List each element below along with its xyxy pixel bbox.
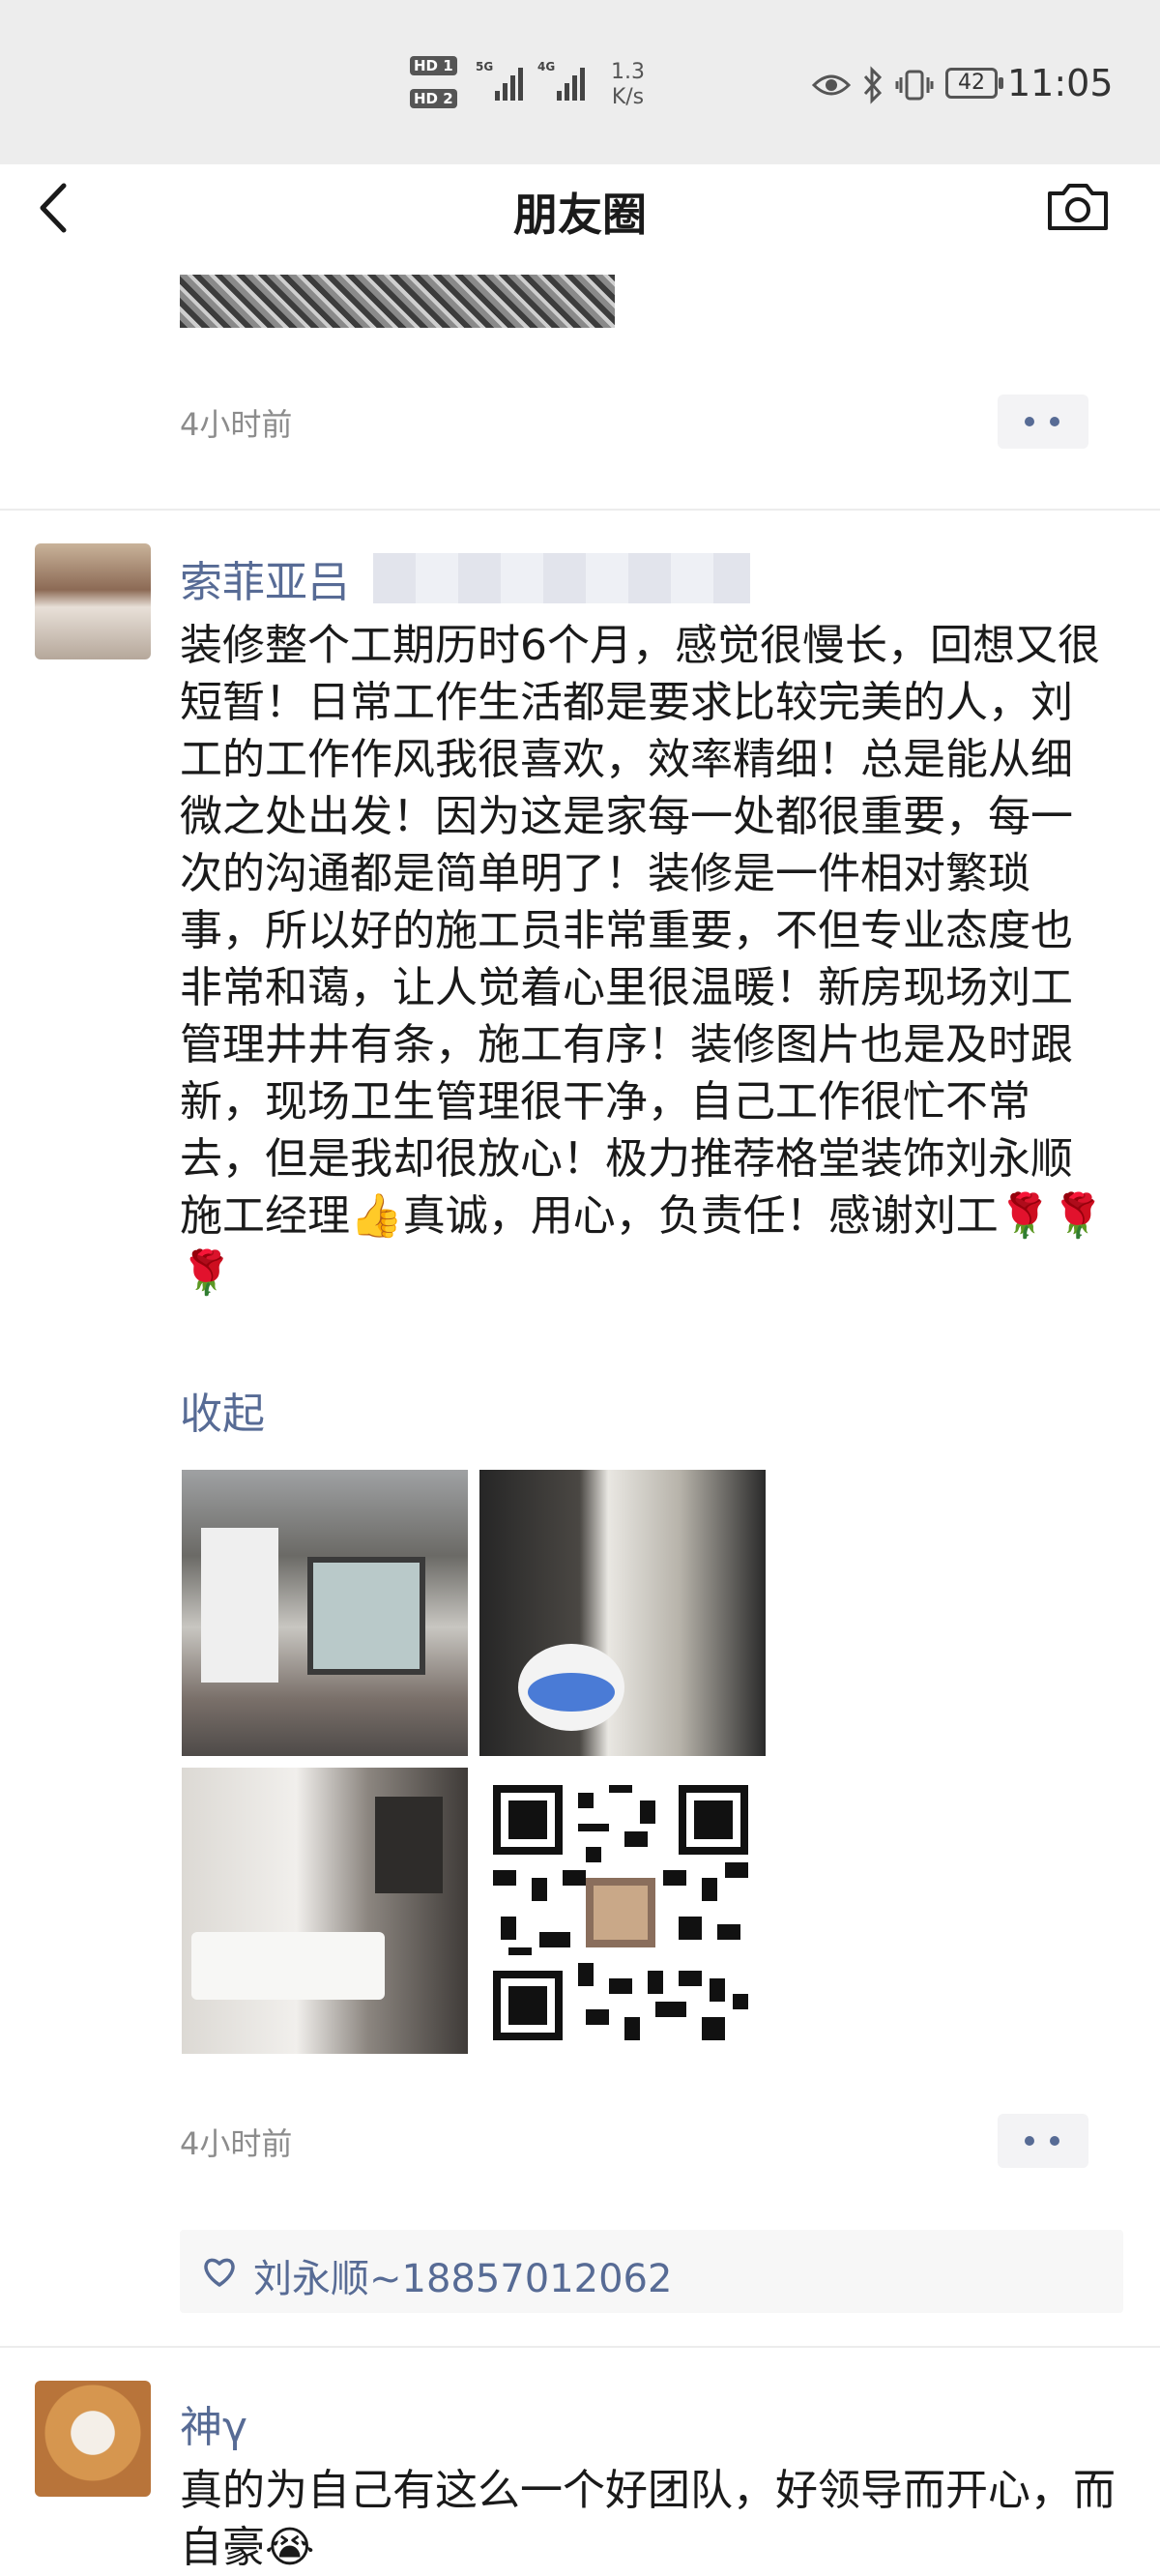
signal-icon [495,62,534,101]
clock: 11:05 [1007,62,1114,104]
network-speed: 1.3 K/s [611,60,645,110]
living-room-photo[interactable] [182,1470,468,1756]
post-author[interactable]: 索菲亚吕 [180,547,350,609]
hd2-badge: HD 2 [410,89,457,108]
sig1-tag: 5G [476,60,494,73]
more-options-button[interactable] [998,395,1088,449]
post-divider [0,509,1160,511]
speed-value: 1.3 [611,60,645,84]
collapse-link[interactable]: 收起 [180,1379,265,1441]
avatar[interactable] [35,543,151,659]
battery-indicator: 42 [945,68,1003,99]
sig2-tag: 4G [537,60,556,73]
post-author[interactable]: 神γ [180,2392,247,2454]
post-timestamp: 4小时前 [180,406,293,443]
toilet-light [528,1673,615,1712]
speed-unit: K/s [611,85,645,109]
post-text: 装修整个工期历时6个月，感觉很慢长，回想又很短暂！日常工作生活都是要求比较完美的… [180,621,1105,1298]
hd1-badge: HD 1 [410,56,457,75]
eye-icon [812,74,851,96]
qr-code[interactable] [479,1768,766,2054]
camera-icon[interactable] [1046,180,1110,234]
post-text: 真的为自己有这么一个好团队，好领导而开心，而自豪😭 [180,2466,1116,2572]
page-title: 朋友圈 [513,189,647,241]
post-divider [0,2346,1160,2348]
blurred-name-area [373,553,750,603]
likes-bar: 刘永顺~18857012062 [180,2230,1123,2313]
bluetooth-icon [863,66,883,104]
liked-by-names[interactable]: 刘永顺~18857012062 [253,2247,672,2303]
heart-icon [204,2258,235,2287]
status-right: 42 11:05 [773,60,1160,114]
qr-code-graphic [493,1785,748,2040]
vibrate-icon [895,70,934,101]
previous-post-image[interactable] [180,275,615,328]
shower-room-photo[interactable] [479,1470,766,1756]
more-options-button[interactable] [998,2114,1088,2168]
avatar[interactable] [35,2381,151,2497]
status-bar: HD 1 HD 2 5G 4G 1.3 K/s 42 11:05 朋友圈 [0,0,1160,241]
post-timestamp: 4小时前 [180,2125,293,2162]
network-indicators: HD 1 HD 2 5G 4G 1.3 K/s [410,56,661,114]
signal-icon [557,62,595,101]
bathroom-photo[interactable] [182,1768,468,2054]
